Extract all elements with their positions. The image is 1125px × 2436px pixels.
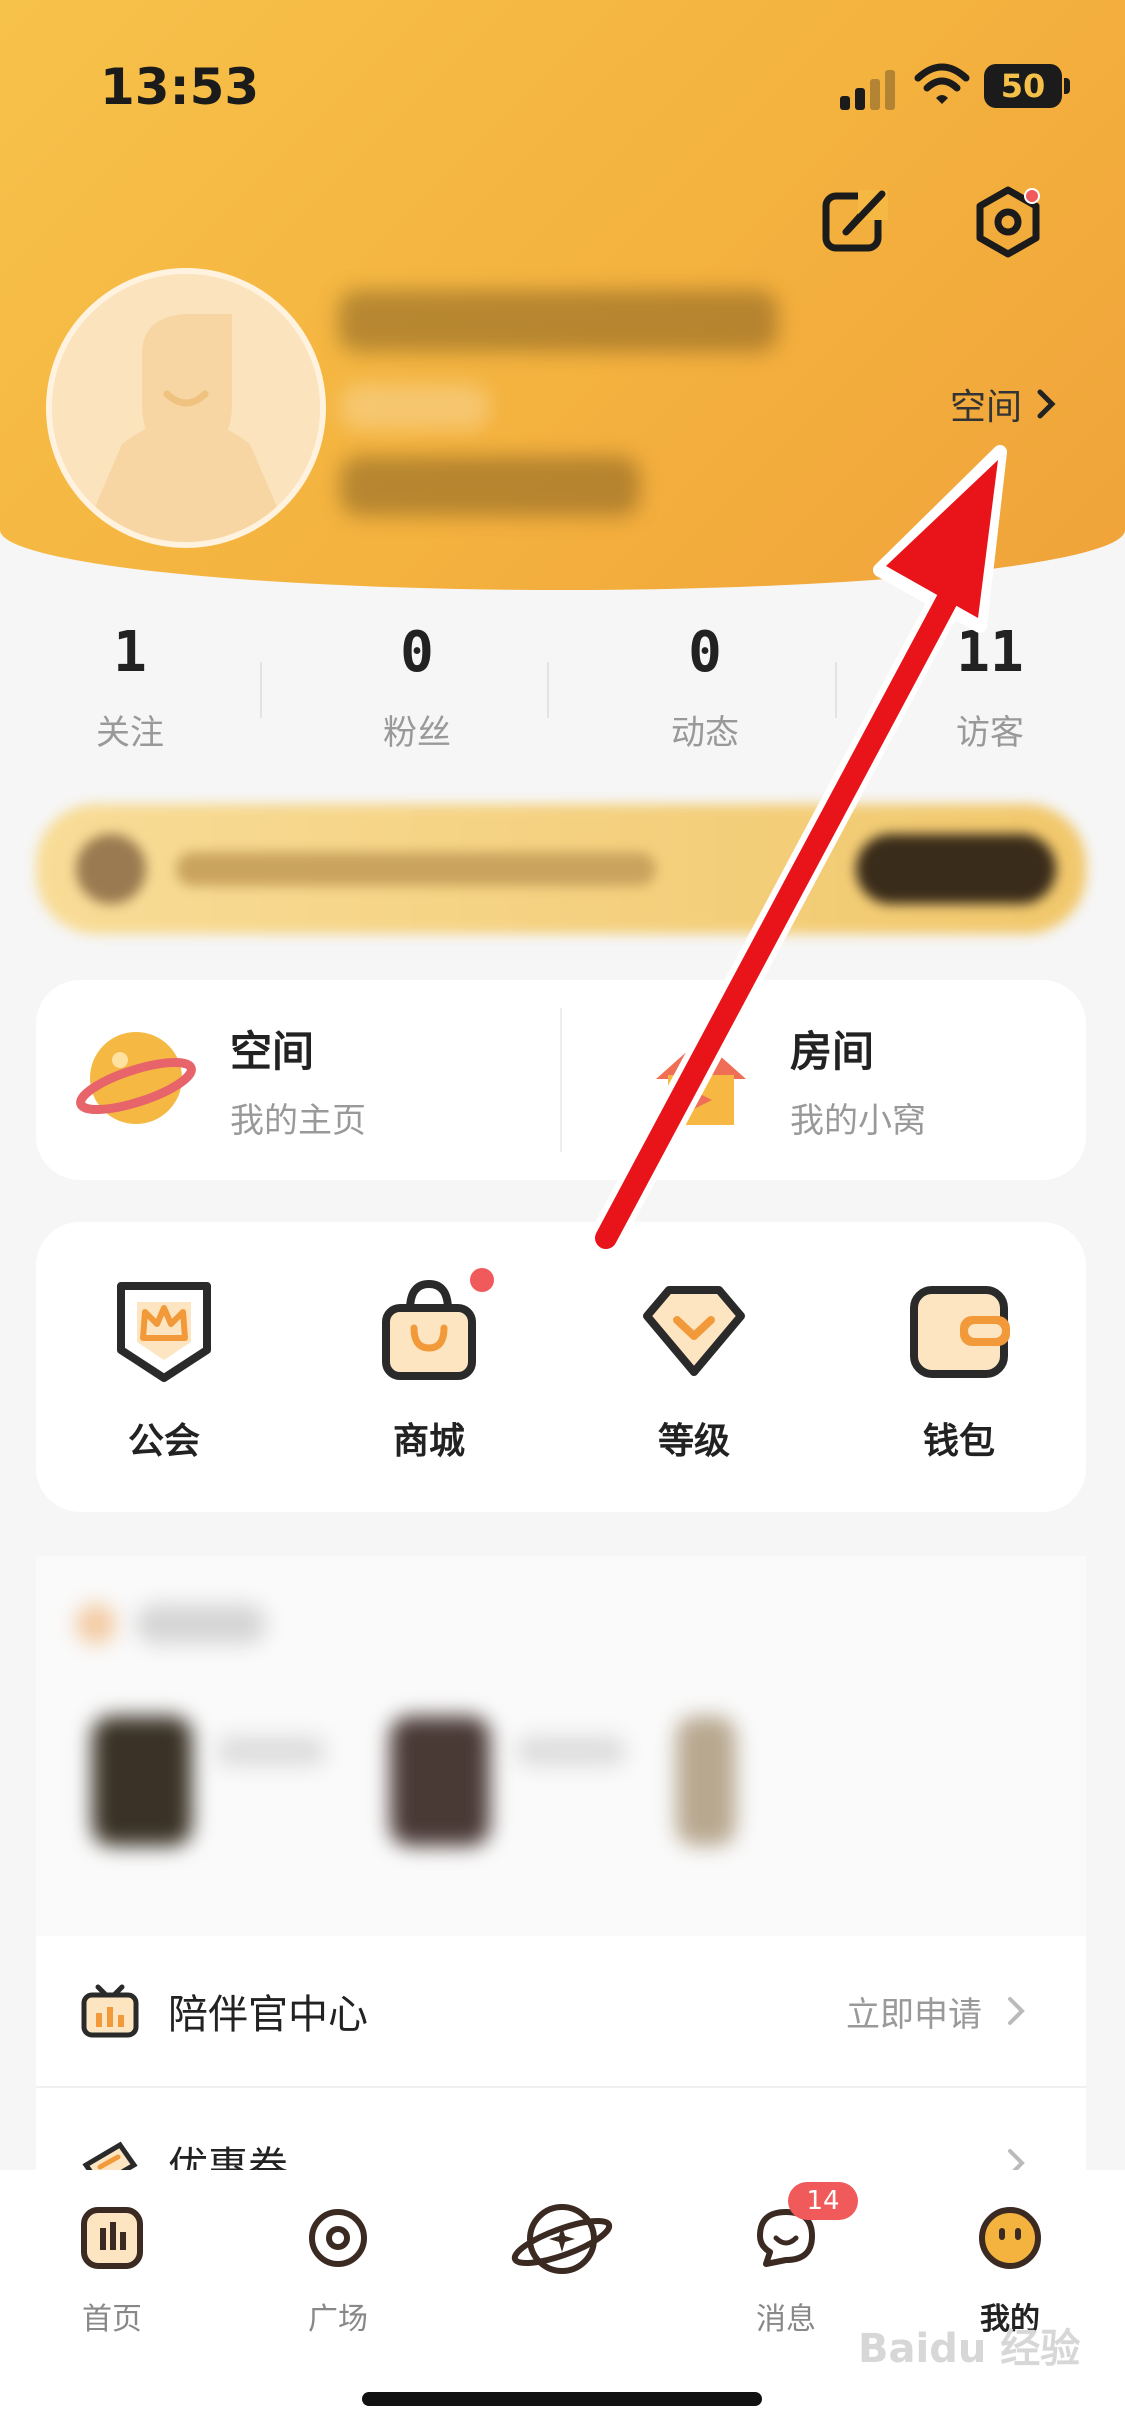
stat-visitors-label: 访客 bbox=[956, 713, 1024, 753]
tab-plaza[interactable]: 广场 bbox=[258, 2206, 418, 2338]
chevron-right-icon bbox=[1008, 1997, 1025, 2025]
entry-card: 空间 我的主页 房间 我的小窝 bbox=[36, 980, 1086, 1180]
tab-messages-label: 消息 bbox=[756, 2302, 816, 2337]
level-diamond-icon bbox=[643, 1286, 745, 1376]
stat-divider bbox=[260, 662, 262, 718]
func-mall-label: 商城 bbox=[392, 1421, 465, 1462]
stat-posts-value: 0 bbox=[688, 620, 722, 685]
stat-following[interactable]: 1 关注 bbox=[0, 620, 270, 754]
edit-icon[interactable] bbox=[818, 184, 894, 260]
default-avatar-icon bbox=[52, 274, 320, 542]
stat-fans-label: 粉丝 bbox=[383, 713, 451, 753]
stat-visitors[interactable]: 11 访客 bbox=[850, 620, 1125, 754]
stat-divider bbox=[547, 662, 549, 718]
message-count-badge: 14 bbox=[788, 2182, 858, 2220]
wallet-icon bbox=[910, 1286, 1010, 1378]
promo-banner-blurred[interactable] bbox=[36, 804, 1086, 934]
user-id-blurred bbox=[340, 456, 640, 516]
tab-messages[interactable]: 14 消息 bbox=[706, 2182, 866, 2338]
face-icon bbox=[979, 2207, 1041, 2269]
stat-visitors-value: 11 bbox=[956, 620, 1024, 685]
list-item-action: 立即申请 bbox=[846, 1987, 1026, 2036]
home-bars-icon bbox=[81, 2207, 143, 2269]
planet-center-icon bbox=[511, 2204, 613, 2274]
func-guild-label: 公会 bbox=[127, 1421, 200, 1462]
tab-home-label: 首页 bbox=[82, 2302, 142, 2337]
entry-space[interactable]: 空间 我的主页 bbox=[76, 980, 366, 1180]
plaza-circle-icon bbox=[309, 2209, 367, 2267]
battery-level: 50 bbox=[984, 64, 1062, 108]
avatar[interactable] bbox=[46, 268, 326, 548]
battery-icon: 50 bbox=[984, 64, 1070, 108]
cellular-signal-icon bbox=[840, 70, 895, 110]
house-icon bbox=[656, 1039, 746, 1125]
baidu-watermark: Baidu 经验 bbox=[858, 2326, 1081, 2372]
func-mall[interactable]: 商城 bbox=[319, 1268, 539, 1464]
tab-planet-center[interactable] bbox=[482, 2194, 642, 2284]
status-bar: 13:53 50 bbox=[0, 0, 1125, 150]
func-level-label: 等级 bbox=[657, 1421, 730, 1462]
mall-notification-dot bbox=[470, 1268, 494, 1292]
tab-plaza-label: 广场 bbox=[308, 2302, 368, 2337]
entry-space-subtitle: 我的主页 bbox=[230, 1101, 366, 1141]
func-guild[interactable]: 公会 bbox=[54, 1276, 274, 1464]
guild-crown-icon bbox=[117, 1282, 211, 1382]
stat-following-label: 关注 bbox=[96, 713, 164, 753]
entry-room[interactable]: 房间 我的小窝 bbox=[646, 980, 926, 1180]
stat-fans-value: 0 bbox=[400, 620, 434, 685]
tv-icon bbox=[81, 1984, 139, 2038]
planet-icon bbox=[76, 1032, 196, 1124]
stat-divider bbox=[835, 662, 837, 718]
entry-space-title: 空间 bbox=[230, 1027, 315, 1076]
stat-posts[interactable]: 0 动态 bbox=[565, 620, 845, 754]
func-wallet[interactable]: 钱包 bbox=[849, 1276, 1069, 1464]
stat-fans[interactable]: 0 粉丝 bbox=[277, 620, 557, 754]
apply-now-text: 立即申请 bbox=[846, 1994, 982, 2035]
stats-row: 1 关注 0 粉丝 0 动态 11 访客 bbox=[0, 620, 1125, 770]
shopping-bag-icon bbox=[382, 1279, 476, 1380]
entry-room-subtitle: 我的小窝 bbox=[790, 1101, 926, 1141]
tab-home[interactable]: 首页 bbox=[32, 2206, 192, 2338]
stat-posts-label: 动态 bbox=[671, 713, 739, 753]
space-link[interactable]: 空间 bbox=[950, 378, 1058, 430]
wifi-icon bbox=[914, 63, 970, 104]
settings-hexagon-icon[interactable] bbox=[970, 184, 1046, 260]
chevron-right-icon bbox=[1037, 389, 1056, 419]
space-link-label: 空间 bbox=[950, 387, 1023, 428]
list-item-companion-center[interactable]: 陪伴官中心 立即申请 bbox=[36, 1936, 1086, 2086]
entry-divider bbox=[560, 1008, 562, 1152]
func-level[interactable]: 等级 bbox=[584, 1276, 804, 1464]
username-blurred bbox=[338, 290, 778, 352]
user-tags-blurred bbox=[340, 384, 490, 430]
func-wallet-label: 钱包 bbox=[922, 1421, 995, 1462]
stat-following-value: 1 bbox=[113, 620, 147, 685]
status-time: 13:53 bbox=[100, 58, 260, 116]
entry-room-title: 房间 bbox=[790, 1027, 875, 1076]
list-item-label: 陪伴官中心 bbox=[168, 1992, 368, 2038]
recommend-feed-blurred[interactable] bbox=[36, 1556, 1086, 1936]
home-indicator bbox=[362, 2392, 762, 2406]
list-card: 陪伴官中心 立即申请 优惠券 bbox=[36, 1936, 1086, 2190]
function-card: 公会 商城 等级 钱包 bbox=[36, 1222, 1086, 1512]
